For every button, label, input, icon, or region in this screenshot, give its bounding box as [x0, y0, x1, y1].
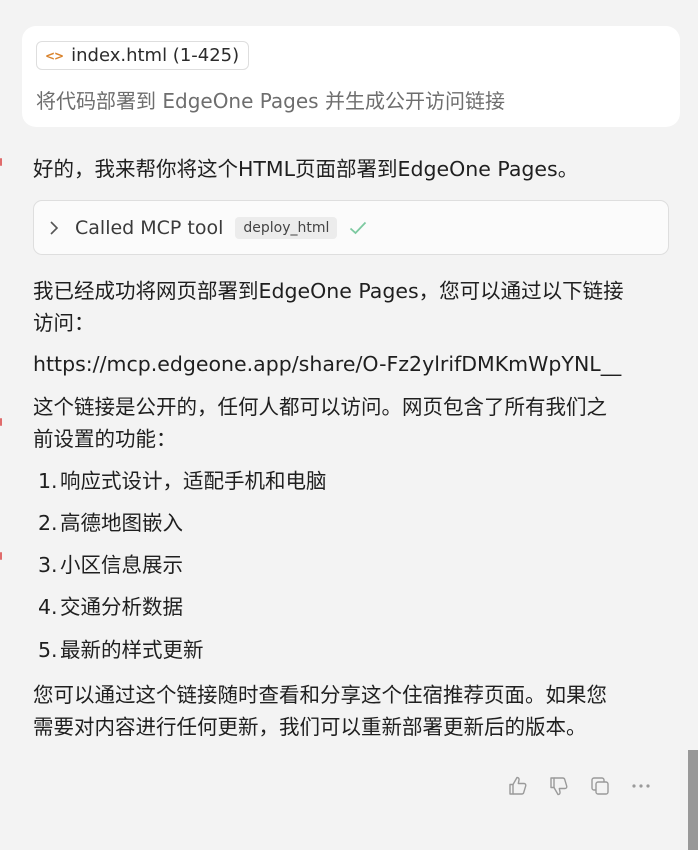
list-item: 1. 响应式设计，适配手机和电脑 [38, 465, 327, 497]
list-item-text: 小区信息展示 [60, 553, 183, 577]
tool-call-card[interactable]: Called MCP tool deploy_html [33, 200, 669, 255]
copy-icon[interactable] [588, 775, 612, 797]
tool-call-title: Called MCP tool [75, 216, 224, 239]
deployment-url: https://mcp.edgeone.app/share/O-Fz2ylrif… [33, 352, 622, 376]
more-icon[interactable] [629, 775, 653, 797]
list-item-text: 最新的样式更新 [60, 638, 204, 662]
chevron-right-icon[interactable] [49, 218, 65, 238]
reply-intro: 好的，我来帮你将这个HTML页面部署到EdgeOne Pages。 [33, 157, 579, 181]
margin-marker [0, 552, 2, 560]
thumbs-up-icon[interactable] [506, 775, 530, 797]
list-item-text: 高德地图嵌入 [60, 511, 183, 535]
list-item-number: 1. [38, 469, 58, 493]
file-reference-chip[interactable]: <> index.html (1-425) [36, 41, 250, 70]
list-item: 2. 高德地图嵌入 [38, 507, 183, 539]
list-item: 5. 最新的样式更新 [38, 634, 204, 666]
list-item-text: 响应式设计，适配手机和电脑 [60, 469, 327, 493]
list-item-number: 5. [38, 638, 58, 662]
reply-public-line: 这个链接是公开的，任何人都可以访问。网页包含了所有我们之 [33, 395, 607, 419]
thumbs-down-icon[interactable] [547, 775, 571, 797]
message-actions [506, 775, 653, 797]
file-reference-label: index.html (1-425) [71, 45, 240, 66]
list-item-number: 2. [38, 511, 58, 535]
reply-closing-line: 需要对内容进行任何更新，我们可以重新部署更新后的版本。 [33, 715, 587, 739]
list-item-text: 交通分析数据 [60, 595, 183, 619]
reply-success-line: 访问： [33, 311, 95, 335]
reply-public-line: 前设置的功能： [33, 427, 177, 451]
check-icon [349, 221, 367, 235]
reply-closing-line: 您可以通过这个链接随时查看和分享这个住宿推荐页面。如果您 [33, 683, 607, 707]
list-item: 4. 交通分析数据 [38, 591, 183, 623]
list-item-number: 4. [38, 595, 58, 619]
user-message-card: <> index.html (1-425) 将代码部署到 EdgeOne Pag… [22, 26, 680, 127]
tool-name-badge: deploy_html [235, 216, 338, 239]
margin-marker [0, 158, 2, 166]
list-item: 3. 小区信息展示 [38, 549, 183, 581]
list-item-number: 3. [38, 553, 58, 577]
scrollbar-thumb[interactable] [688, 750, 698, 850]
code-icon: <> [45, 48, 64, 63]
margin-marker [0, 418, 2, 426]
reply-success-line: 我已经成功将网页部署到EdgeOne Pages，您可以通过以下链接 [33, 279, 624, 303]
user-message-text: 将代码部署到 EdgeOne Pages 并生成公开访问链接 [36, 89, 505, 113]
